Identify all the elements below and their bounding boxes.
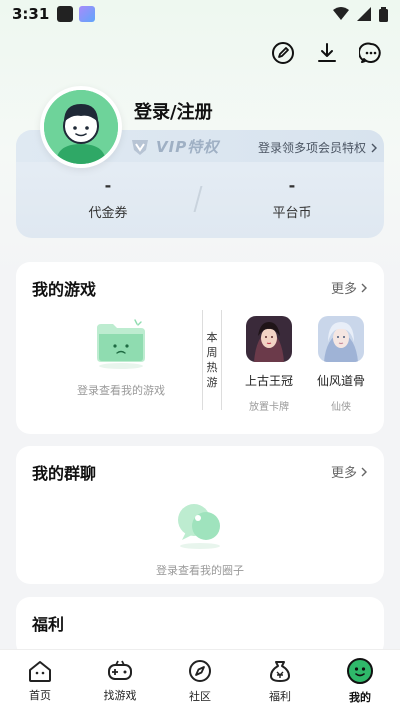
message-icon[interactable] xyxy=(358,40,384,66)
notification-app-icon xyxy=(57,6,74,22)
nav-label: 找游戏 xyxy=(103,688,137,702)
gamepad-icon xyxy=(108,660,132,680)
nav-label: 我的 xyxy=(349,690,371,704)
empty-folder-icon xyxy=(97,319,145,369)
weekly-hot-char: 本 xyxy=(206,331,218,344)
welfare-title: 福利 xyxy=(32,615,65,634)
my-games-more-link[interactable]: 更多 xyxy=(331,278,368,297)
weekly-hot-char: 热 xyxy=(206,361,218,374)
my-groups-title: 我的群聊 xyxy=(32,464,97,483)
game-tag: 放置卡牌 xyxy=(249,402,289,413)
voucher-value: - xyxy=(104,176,112,195)
game-name: 上古王冠 xyxy=(244,374,293,388)
download-icon[interactable] xyxy=(314,40,340,66)
empty-chat-bubble-icon xyxy=(178,504,220,549)
edit-icon[interactable] xyxy=(270,40,296,66)
weekly-hot-label: 本 周 热 游 xyxy=(202,310,222,410)
nav-welfare[interactable]: 福利 xyxy=(240,650,320,711)
chevron-right-icon xyxy=(361,283,367,292)
battery-icon xyxy=(379,6,388,22)
nav-find-games[interactable]: 找游戏 xyxy=(80,650,160,711)
platform-coin-stat[interactable]: - 平台币 xyxy=(232,176,352,221)
game-name: 仙风道骨 xyxy=(316,374,365,388)
my-groups-card: 我的群聊 更多 登录查看我的圈子 xyxy=(16,446,384,584)
game-item[interactable]: 上古王冠 放置卡牌 xyxy=(237,316,301,413)
wifi-icon xyxy=(333,7,349,20)
chevron-right-icon xyxy=(361,467,367,476)
default-avatar-icon xyxy=(44,90,118,164)
vip-link-text: 登录领多项会员特权 xyxy=(257,141,366,155)
game-tag: 仙侠 xyxy=(331,402,351,413)
more-label: 更多 xyxy=(330,466,357,481)
my-games-title: 我的游戏 xyxy=(32,280,97,299)
vip-privilege-link[interactable]: 登录领多项会员特权 xyxy=(258,139,378,156)
vip-shield-icon xyxy=(132,139,148,155)
welfare-card: 福利 xyxy=(16,597,384,657)
platform-coin-label: 平台币 xyxy=(272,206,312,221)
game-item[interactable]: 仙风道骨 仙侠 xyxy=(309,316,373,413)
empty-games[interactable]: 登录查看我的游戏 xyxy=(56,318,186,398)
weekly-hot-char: 游 xyxy=(206,376,218,389)
top-actions xyxy=(270,40,384,66)
game-thumbnail xyxy=(246,316,292,362)
weekly-hot-char: 周 xyxy=(206,346,218,359)
voucher-label: 代金券 xyxy=(88,206,128,221)
my-groups-more-link[interactable]: 更多 xyxy=(331,462,368,481)
status-bar: 3:31 xyxy=(0,0,400,28)
my-games-card: 我的游戏 更多 登录查看我的游戏 本 周 热 游 上古王冠 放置卡牌 仙风道骨 xyxy=(16,262,384,434)
nav-label: 福利 xyxy=(269,689,291,703)
nav-community[interactable]: 社区 xyxy=(160,650,240,711)
notification-app-icon xyxy=(79,6,96,22)
platform-coin-value: - xyxy=(288,176,296,195)
status-time: 3:31 xyxy=(12,5,50,23)
signal-icon xyxy=(357,7,371,21)
bottom-nav: 首页 找游戏 社区 福利 我的 xyxy=(0,649,400,711)
vip-badge: VIP特权 xyxy=(130,136,219,157)
login-register-link[interactable]: 登录/注册 xyxy=(134,98,213,124)
home-icon xyxy=(29,660,51,682)
empty-groups-text: 登录查看我的圈子 xyxy=(156,564,244,577)
compass-icon xyxy=(189,659,211,682)
nav-label: 社区 xyxy=(189,689,211,703)
more-label: 更多 xyxy=(330,282,357,297)
money-bag-icon xyxy=(270,660,290,682)
voucher-stat[interactable]: - 代金券 xyxy=(48,176,168,221)
nav-mine[interactable]: 我的 xyxy=(320,650,400,711)
nav-label: 首页 xyxy=(29,688,51,702)
game-thumbnail xyxy=(318,316,364,362)
empty-games-text: 登录查看我的游戏 xyxy=(77,384,165,397)
nav-home[interactable]: 首页 xyxy=(0,650,80,711)
empty-groups[interactable]: 登录查看我的圈子 xyxy=(16,496,384,578)
mine-face-icon xyxy=(347,657,373,684)
avatar[interactable] xyxy=(40,86,122,168)
vip-badge-text: VIP特权 xyxy=(156,138,220,156)
chevron-right-icon xyxy=(371,143,377,152)
